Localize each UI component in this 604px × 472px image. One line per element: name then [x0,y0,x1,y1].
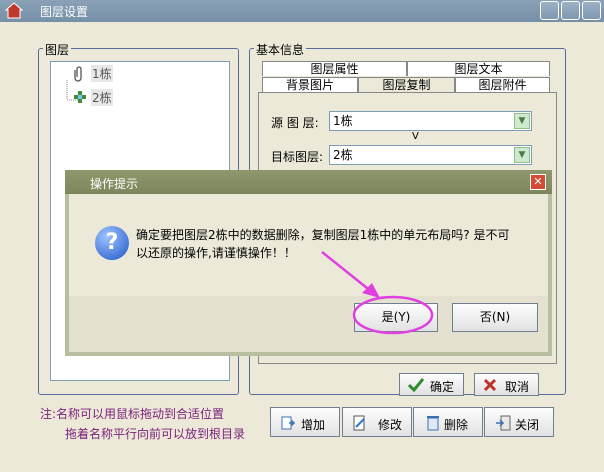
check-icon [408,378,424,392]
add-button[interactable]: 增加 [270,407,340,437]
dialog-close-button[interactable]: ✕ [530,174,546,190]
yes-button[interactable]: 是(Y) [354,303,438,332]
layer-settings-window: 图层设置 图层 1栋 2栋 基本信息 图层属性 图层文本 背景图片 图层复制 图… [0,0,604,472]
window-close-button[interactable] [582,1,601,20]
paperclip-icon [74,66,82,82]
tab-layer-attachment[interactable]: 图层附件 [455,77,550,92]
cross-icon [483,378,497,392]
copy-direction-indicator: V [412,131,419,142]
tree-item-layer-1[interactable]: 1栋 [91,65,113,82]
dialog-message: 确定要把图层2栋中的数据删除，复制图层1栋中的单元布局吗? 是不可 以还原的操作… [136,226,556,262]
target-layer-select[interactable]: 2栋 ▼ [329,145,532,165]
edit-icon [353,415,365,431]
tab-layer-text[interactable]: 图层文本 [407,61,550,76]
source-layer-value: 1栋 [333,114,353,128]
title-bar: 图层设置 [0,0,604,22]
tab-layer-copy[interactable]: 图层复制 [358,77,455,92]
app-icon [4,2,24,19]
chevron-down-icon[interactable]: ▼ [514,113,530,129]
ok-button-label: 确定 [430,380,455,394]
hint-note-line-1: 注:名称可以用鼠标拖动到合适位置 [40,407,225,421]
no-button-label: 否(N) [479,310,511,324]
layers-group-label: 图层 [43,41,72,58]
source-layer-select[interactable]: 1栋 ▼ [329,111,532,131]
basic-info-group-label: 基本信息 [254,41,307,58]
delete-button-label: 删除 [444,418,469,432]
window-title: 图层设置 [40,5,89,19]
tab-background-image[interactable]: 背景图片 [262,77,358,92]
question-icon: ? [95,226,129,260]
ok-button[interactable]: 确定 [399,373,464,396]
tab-layer-properties[interactable]: 图层属性 [262,61,407,76]
yes-button-label: 是(Y) [381,310,411,324]
no-button[interactable]: 否(N) [452,303,538,332]
source-layer-label: 源 图 层: [271,116,319,130]
target-layer-value: 2栋 [333,148,353,162]
delete-button[interactable]: 删除 [413,407,483,437]
close-button-label: 关闭 [515,418,540,432]
edit-button[interactable]: 修改 [342,407,412,437]
dialog-message-line-1: 确定要把图层2栋中的数据删除，复制图层1栋中的单元布局吗? 是不可 [136,228,510,242]
hint-note-line-2: 拖着名称平行向前可以放到根目录 [65,427,246,441]
dialog-message-line-2: 以还原的操作,请谨慎操作！！ [136,246,296,260]
close-button[interactable]: 关闭 [484,407,554,437]
layer-icon [74,91,86,103]
minimize-button[interactable] [540,1,559,20]
add-icon [281,416,295,430]
close-icon [496,415,511,431]
add-button-label: 增加 [301,418,326,432]
dialog-title: 操作提示 [90,177,139,191]
cancel-button[interactable]: 取消 [474,373,539,396]
delete-icon [427,416,439,431]
cancel-button-label: 取消 [505,380,530,394]
maximize-button[interactable] [561,1,580,20]
tree-item-layer-2[interactable]: 2栋 [91,89,113,106]
confirm-dialog: 操作提示 ✕ ? 确定要把图层2栋中的数据删除，复制图层1栋中的单元布局吗? 是… [65,170,552,356]
dialog-title-bar: 操作提示 ✕ [65,170,552,194]
edit-button-label: 修改 [378,418,403,432]
chevron-down-icon[interactable]: ▼ [514,147,530,163]
target-layer-label: 目标图层: [271,150,324,164]
